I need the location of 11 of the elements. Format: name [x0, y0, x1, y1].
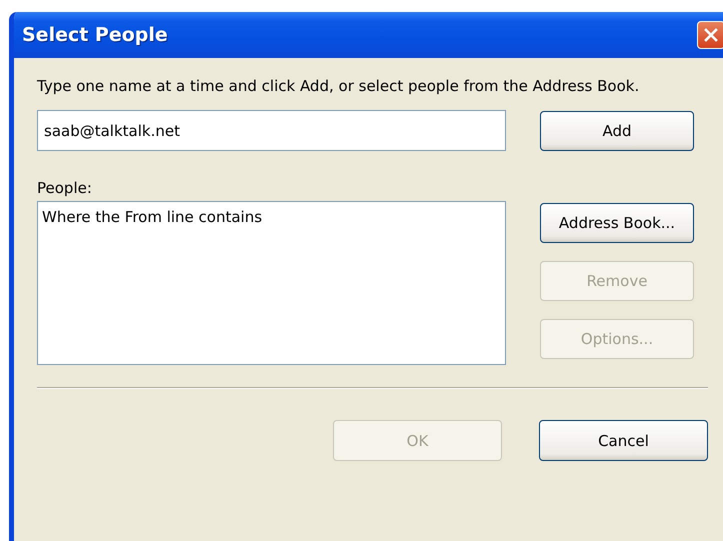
close-button[interactable]	[697, 21, 723, 49]
add-button[interactable]: Add	[540, 110, 694, 150]
list-item[interactable]: Where the From line contains	[42, 208, 501, 226]
name-input-field[interactable]: saab@talktalk.net	[37, 110, 506, 151]
dialog-button[interactable]: Cancel	[539, 420, 708, 461]
window-title: Select People	[22, 24, 168, 46]
people-label: People:	[37, 179, 93, 197]
instruction-text: Type one name at a time and click Add, or select people from the Address Book.	[37, 76, 640, 96]
close-icon	[704, 28, 718, 42]
people-list[interactable]: Where the From line contains	[37, 201, 506, 365]
dialog-button[interactable]: Address Book...	[540, 203, 694, 243]
